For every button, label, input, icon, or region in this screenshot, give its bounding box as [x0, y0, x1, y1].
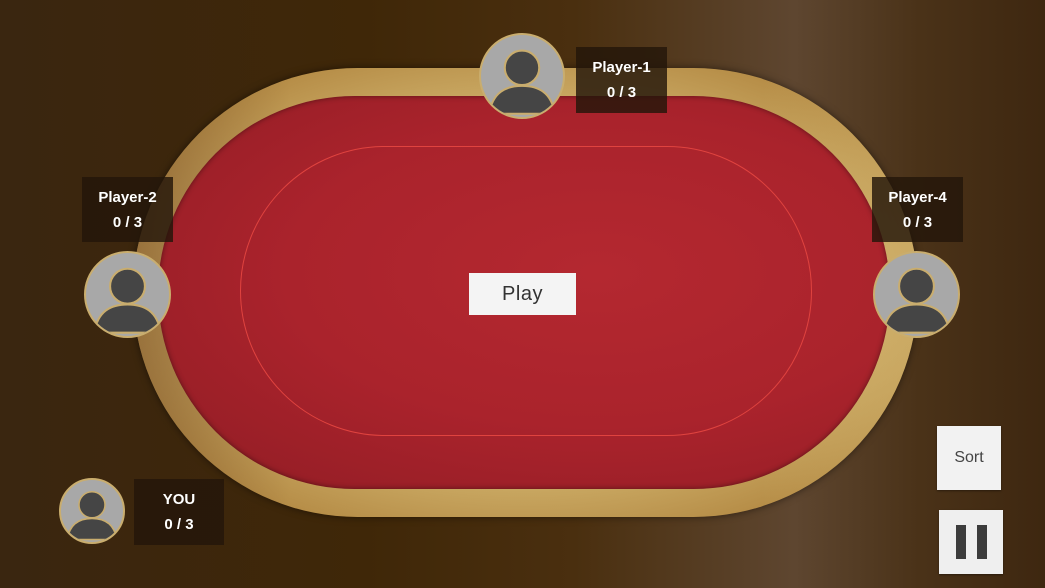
you-name: YOU [162, 491, 196, 508]
you-label: YOU 0 / 3 [134, 479, 224, 545]
player-4-label: Player-4 0 / 3 [872, 177, 963, 242]
player-2-avatar-icon [84, 251, 171, 338]
pause-icon [976, 525, 987, 559]
sort-button[interactable]: Sort [937, 426, 1001, 490]
player-2-score: 0 / 3 [112, 213, 143, 231]
player-4-score: 0 / 3 [902, 213, 933, 231]
player-1-name: Player-1 [592, 59, 651, 76]
you-avatar-icon [59, 478, 125, 544]
player-1-score: 0 / 3 [606, 84, 637, 101]
player-2-name: Player-2 [98, 188, 157, 206]
pause-button[interactable] [939, 510, 1003, 574]
player-2-label: Player-2 0 / 3 [82, 177, 173, 242]
play-button[interactable]: Play [469, 273, 576, 315]
you-score: 0 / 3 [164, 516, 194, 533]
pause-icon [955, 525, 966, 559]
player-1-avatar-icon [479, 33, 565, 119]
player-4-name: Player-4 [888, 188, 947, 206]
player-1-label: Player-1 0 / 3 [576, 47, 667, 113]
player-4-avatar-icon [873, 251, 960, 338]
